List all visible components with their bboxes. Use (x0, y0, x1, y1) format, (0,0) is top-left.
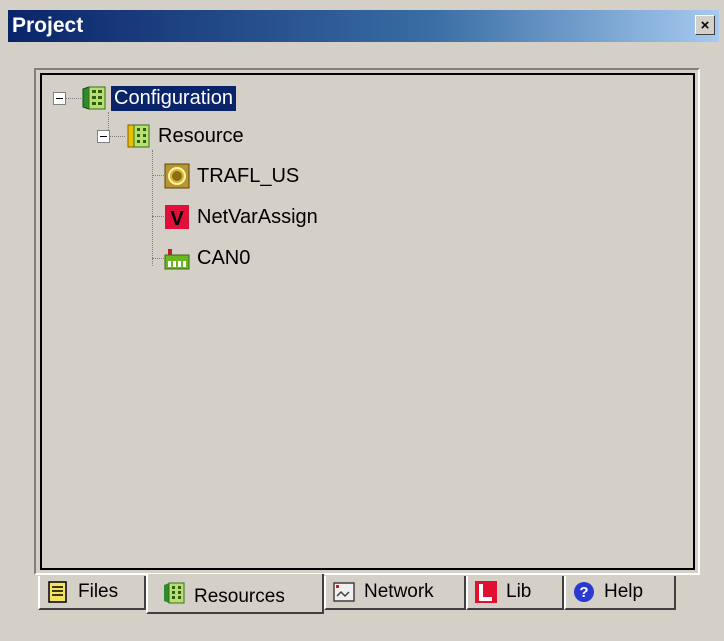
tab-label: Network (364, 581, 434, 602)
tree-panel: Configuration Resource TRAFL_US V NetVar… (34, 68, 700, 575)
tree-node-trafl-us[interactable]: TRAFL_US (164, 162, 302, 190)
tree-connector (65, 98, 81, 99)
network-icon (332, 580, 356, 604)
tree-node-label: Configuration (111, 85, 236, 111)
tree-node-label: TRAFL_US (197, 164, 300, 187)
close-icon: × (700, 16, 710, 34)
tab-strip: Files Resources Network Lib ? Help (36, 574, 716, 618)
tree-node-label: Resource (158, 124, 244, 147)
tab-label: Lib (506, 581, 532, 602)
tree-node-can0[interactable]: CAN0 (164, 244, 253, 272)
tree-connector (152, 150, 153, 266)
window-title: Project (12, 14, 84, 37)
can-icon (164, 245, 190, 271)
collapse-toggle-resource[interactable] (97, 130, 110, 143)
collapse-toggle-configuration[interactable] (53, 92, 66, 105)
tab-resources[interactable]: Resources (146, 574, 324, 614)
program-icon (164, 163, 190, 189)
tree-node-netvarassign[interactable]: V NetVarAssign (164, 203, 321, 231)
tree-connector (152, 258, 164, 259)
tab-label: Files (78, 581, 119, 602)
project-tree[interactable]: Configuration Resource TRAFL_US V NetVar… (40, 73, 695, 570)
tab-files[interactable]: Files (38, 576, 146, 610)
tree-node-configuration[interactable]: Configuration (81, 84, 236, 112)
project-window: Project × Configuration Resource TRAFL_U… (0, 0, 724, 641)
title-bar[interactable]: Project × (8, 10, 719, 42)
tree-node-label: NetVarAssign (197, 205, 318, 228)
help-icon: ? (572, 580, 596, 604)
configuration-icon (81, 85, 107, 111)
close-button[interactable]: × (695, 15, 715, 35)
tree-connector (109, 136, 125, 137)
tree-connector (152, 175, 164, 176)
resource-icon (125, 123, 151, 149)
tab-lib[interactable]: Lib (466, 576, 564, 610)
tab-label: Help (604, 581, 644, 602)
resources-icon (162, 581, 186, 605)
tree-node-resource[interactable]: Resource (125, 122, 247, 150)
tab-label: Resources (194, 586, 285, 607)
tab-network[interactable]: Network (324, 576, 466, 610)
files-icon (46, 580, 70, 604)
svg-text:?: ? (579, 584, 588, 601)
tree-node-label: CAN0 (197, 246, 251, 269)
tree-connector (152, 216, 164, 217)
lib-icon (474, 580, 498, 604)
tab-help[interactable]: ? Help (564, 576, 676, 610)
netvar-icon: V (164, 204, 190, 230)
svg-text:V: V (170, 208, 184, 230)
